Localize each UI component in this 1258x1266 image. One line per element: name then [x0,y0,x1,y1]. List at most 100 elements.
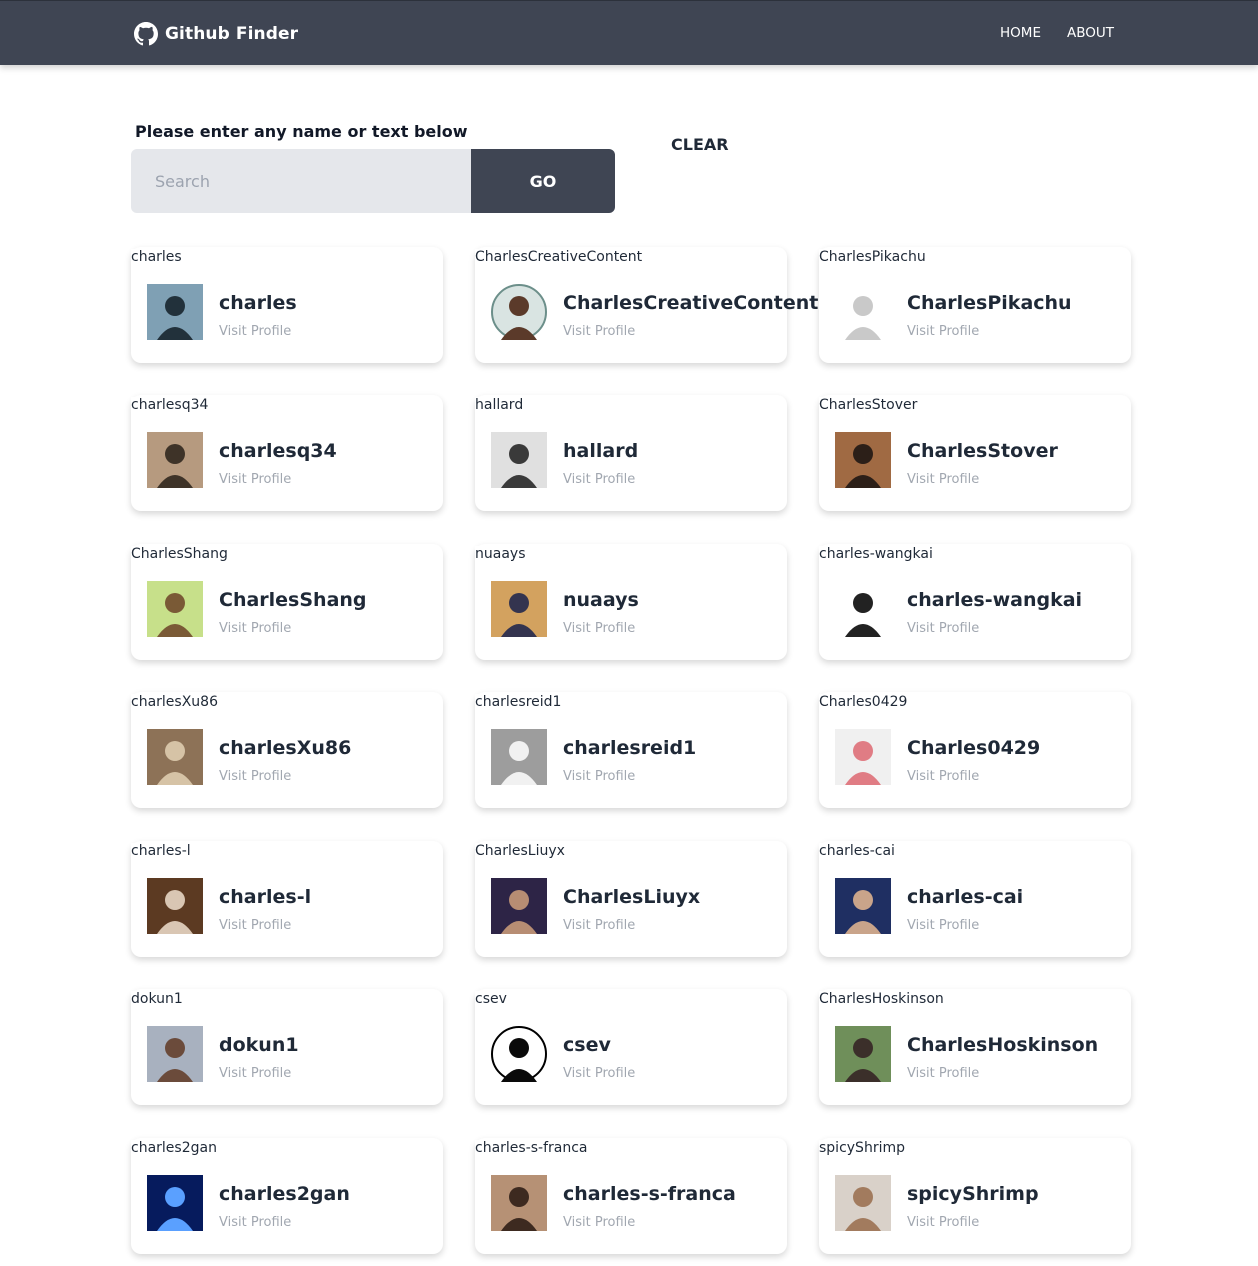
visit-profile-link[interactable]: Visit Profile [563,472,635,487]
user-label: charles-wangkai [819,546,937,562]
visit-profile-link[interactable]: Visit Profile [563,918,635,933]
avatar[interactable] [491,284,547,340]
user-label: spicyShrimp [819,1140,909,1156]
user-login: CharlesLiuyx [563,886,701,908]
user-label: charlesq34 [131,397,213,413]
user-label: CharlesShang [131,546,232,562]
nav-home-link[interactable]: HOME [1000,25,1041,41]
user-label: nuaays [475,546,530,562]
avatar[interactable] [147,878,203,934]
avatar[interactable] [147,284,203,340]
user-label: hallard [475,397,528,413]
search-instructions: Please enter any name or text below [135,122,468,141]
user-label: CharlesStover [819,397,922,413]
user-card-cell: csev Visit Profile csev [475,989,787,1105]
visit-profile-link[interactable]: Visit Profile [563,1066,635,1081]
user-label: charles-cai [819,843,899,859]
user-label: CharlesCreativeContent [475,249,647,265]
user-login: CharlesShang [219,589,367,611]
avatar[interactable] [147,1026,203,1082]
visit-profile-link[interactable]: Visit Profile [219,1066,291,1081]
avatar[interactable] [835,878,891,934]
user-login: charles-l [219,886,312,908]
user-login: hallard [563,440,639,462]
user-label: charles2gan [131,1140,221,1156]
user-login: CharlesPikachu [907,292,1072,314]
visit-profile-link[interactable]: Visit Profile [219,1215,291,1230]
avatar[interactable] [835,284,891,340]
user-card-cell: CharlesHoskinson Visit Profile CharlesHosk… [819,989,1131,1105]
user-card-cell: CharlesPikachu Visit Profile CharlesPikach… [819,247,1131,363]
visit-profile-link[interactable]: Visit Profile [907,1215,979,1230]
avatar[interactable] [491,729,547,785]
user-card-cell: CharlesCreativeContent Visit Profile Charl… [475,247,818,363]
github-icon [134,22,158,46]
go-button[interactable]: GO [471,149,615,213]
user-label: charles-l [131,843,195,859]
visit-profile-link[interactable]: Visit Profile [219,769,291,784]
visit-profile-link[interactable]: Visit Profile [219,472,291,487]
user-login: charles2gan [219,1183,350,1205]
visit-profile-link[interactable]: Visit Profile [563,324,635,339]
user-card-cell: charles2gan Visit Profile charles2gan [131,1138,443,1254]
avatar[interactable] [835,432,891,488]
search-form: GO [131,149,615,213]
visit-profile-link[interactable]: Visit Profile [907,472,979,487]
user-login: spicyShrimp [907,1183,1039,1205]
user-login: charles-cai [907,886,1024,908]
clear-button[interactable]: CLEAR [671,135,729,154]
user-label: csev [475,991,511,1007]
user-card-cell: charlesreid1 Visit Profile charlesreid1 [475,692,787,808]
user-login: charlesXu86 [219,737,352,759]
user-card-cell: charlesq34 Visit Profile charlesq34 [131,395,443,511]
visit-profile-link[interactable]: Visit Profile [907,769,979,784]
avatar[interactable] [491,432,547,488]
avatar[interactable] [491,878,547,934]
user-label: charlesXu86 [131,694,222,710]
avatar[interactable] [835,1026,891,1082]
visit-profile-link[interactable]: Visit Profile [219,918,291,933]
visit-profile-link[interactable]: Visit Profile [907,621,979,636]
brand[interactable]: Github Finder [134,22,298,46]
nav-about-link[interactable]: ABOUT [1067,25,1114,41]
user-login: CharlesHoskinson [907,1034,1099,1056]
visit-profile-link[interactable]: Visit Profile [219,324,291,339]
avatar[interactable] [147,581,203,637]
user-card-cell: charlesXu86 Visit Profile charlesXu86 [131,692,443,808]
user-label: charles-s-franca [475,1140,592,1156]
avatar[interactable] [147,729,203,785]
user-card-cell: charles-s-franca Visit Profile charles-s-f… [475,1138,787,1254]
avatar[interactable] [491,1026,547,1082]
user-login: dokun1 [219,1034,299,1056]
user-card-cell: charles Visit Profile charles [131,247,443,363]
visit-profile-link[interactable]: Visit Profile [563,769,635,784]
visit-profile-link[interactable]: Visit Profile [219,621,291,636]
avatar[interactable] [835,1175,891,1231]
visit-profile-link[interactable]: Visit Profile [563,621,635,636]
nav-links: HOME ABOUT [1000,25,1114,41]
user-login: csev [563,1034,611,1056]
user-login: Charles0429 [907,737,1041,759]
navbar: Github Finder HOME ABOUT [0,0,1258,65]
user-card-cell: charles-cai Visit Profile charles-cai [819,841,1131,957]
user-login: charles-s-franca [563,1183,736,1205]
user-card-cell: charles-l Visit Profile charles-l [131,841,443,957]
avatar[interactable] [835,729,891,785]
user-login: charlesq34 [219,440,337,462]
user-card-cell: Charles0429 Visit Profile Charles0429 [819,692,1131,808]
user-label: Charles0429 [819,694,912,710]
avatar[interactable] [147,432,203,488]
visit-profile-link[interactable]: Visit Profile [907,1066,979,1081]
visit-profile-link[interactable]: Visit Profile [907,918,979,933]
visit-profile-link[interactable]: Visit Profile [563,1215,635,1230]
user-login: charles-wangkai [907,589,1083,611]
user-card-cell: dokun1 Visit Profile dokun1 [131,989,443,1105]
user-card-cell: charles-wangkai Visit Profile charles-wang… [819,544,1131,660]
avatar[interactable] [491,1175,547,1231]
app-title: Github Finder [165,24,299,44]
avatar[interactable] [147,1175,203,1231]
avatar[interactable] [835,581,891,637]
visit-profile-link[interactable]: Visit Profile [907,324,979,339]
search-input[interactable] [131,149,471,213]
avatar[interactable] [491,581,547,637]
